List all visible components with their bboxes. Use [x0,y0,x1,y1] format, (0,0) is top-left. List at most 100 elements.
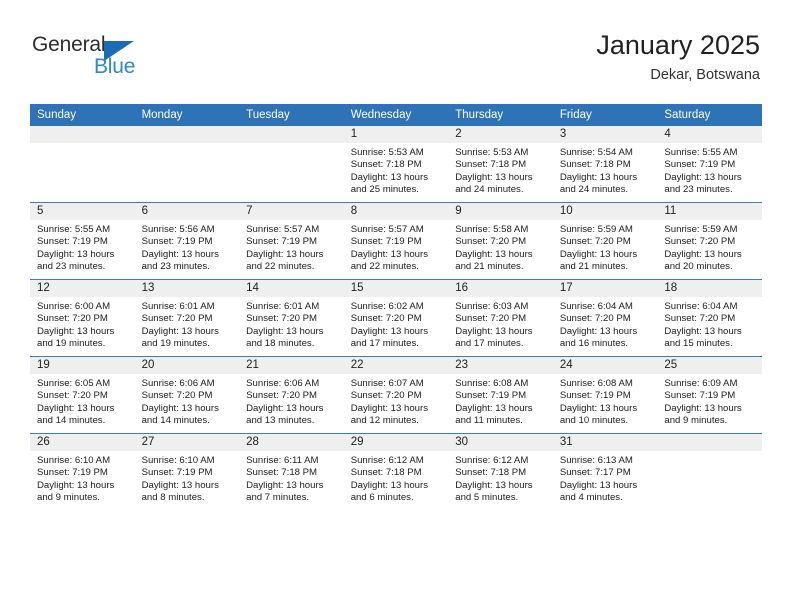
calendar-day-cell[interactable]: 11 Sunrise: 5:59 AM Sunset: 7:20 PM Dayligh… [657,202,762,280]
calendar-day-cell[interactable]: 15 Sunrise: 6:02 AM Sunset: 7:20 PM Dayligh… [343,279,449,357]
day-number: 23 [448,357,553,374]
day-number: 26 [30,434,135,451]
calendar-day-cell[interactable]: 8 Sunrise: 5:57 AM Sunset: 7:19 PM Daylight… [343,202,449,280]
day-cell-content: 25 Sunrise: 6:09 AM Sunset: 7:19 PM Dayligh… [657,357,762,433]
weekday-header-sunday: Sunday [30,104,135,126]
daylight-text-line1: Daylight: 13 hours [664,171,742,183]
daylight-text-line2: and 14 minutes. [141,415,210,427]
calendar-day-cell[interactable]: 5 Sunrise: 5:55 AM Sunset: 7:19 PM Daylight… [30,202,135,280]
sunset-text: Sunset: 7:20 PM [350,390,422,402]
calendar-day-cell[interactable]: 13 Sunrise: 6:01 AM Sunset: 7:20 PM Dayligh… [134,279,240,357]
sunrise-text: Sunrise: 6:00 AM [37,301,111,312]
calendar-day-cell[interactable]: 26 Sunrise: 6:10 AM Sunset: 7:19 PM Dayligh… [30,433,135,510]
calendar-week-row: 19 Sunrise: 6:05 AM Sunset: 7:20 PM Dayligh… [30,356,762,434]
calendar-day-cell[interactable]: 25 Sunrise: 6:09 AM Sunset: 7:19 PM Dayligh… [657,356,762,434]
day-cell-content: 12 Sunrise: 6:00 AM Sunset: 7:20 PM Dayligh… [30,280,135,356]
day-sun-info: Sunrise: 5:56 AM Sunset: 7:19 PM Daylight:… [135,220,240,274]
daylight-text-line1: Daylight: 13 hours [559,248,638,260]
day-cell-content: 7 Sunrise: 5:57 AM Sunset: 7:19 PM Daylight… [239,203,344,279]
calendar-day-cell[interactable]: 4 Sunrise: 5:55 AM Sunset: 7:19 PM Daylight… [657,126,762,203]
sunrise-text: Sunrise: 6:01 AM [246,301,320,312]
calendar-day-cell[interactable]: 28 Sunrise: 6:11 AM Sunset: 7:18 PM Dayligh… [239,433,344,510]
day-number: 30 [448,434,553,451]
daylight-text-line1: Daylight: 13 hours [664,248,742,260]
day-sun-info: Sunrise: 6:02 AM Sunset: 7:20 PM Daylight:… [344,297,449,351]
calendar-day-cell[interactable]: 1 Sunrise: 5:53 AM Sunset: 7:18 PM Daylight… [343,126,449,203]
calendar-day-cell[interactable]: 24 Sunrise: 6:08 AM Sunset: 7:19 PM Dayligh… [552,356,658,434]
daylight-text-line2: and 17 minutes. [350,338,419,350]
calendar-day-cell[interactable]: 18 Sunrise: 6:04 AM Sunset: 7:20 PM Dayligh… [657,279,762,357]
day-number: 24 [552,357,658,374]
sunrise-text: Sunrise: 6:10 AM [37,455,111,466]
daylight-text-line1: Daylight: 13 hours [141,248,219,260]
calendar-day-cell[interactable]: 2 Sunrise: 5:53 AM Sunset: 7:18 PM Daylight… [448,126,553,203]
calendar-day-cell[interactable]: 27 Sunrise: 6:10 AM Sunset: 7:19 PM Dayligh… [134,433,240,510]
day-number [239,126,344,143]
sunset-text: Sunset: 7:20 PM [37,390,108,402]
location-subtitle: Dekar, Botswana [650,67,760,83]
calendar-day-cell[interactable]: 20 Sunrise: 6:06 AM Sunset: 7:20 PM Dayligh… [134,356,240,434]
calendar-day-cell[interactable]: 9 Sunrise: 5:58 AM Sunset: 7:20 PM Daylight… [448,202,553,280]
sunset-text: Sunset: 7:18 PM [455,467,527,479]
day-number: 27 [134,434,240,451]
calendar-day-cell[interactable]: 21 Sunrise: 6:06 AM Sunset: 7:20 PM Dayligh… [239,356,344,434]
daylight-text-line1: Daylight: 13 hours [350,171,429,183]
calendar-day-cell[interactable] [657,433,762,510]
calendar-day-cell[interactable] [134,126,240,203]
sunset-text: Sunset: 7:19 PM [664,390,736,402]
calendar-day-cell[interactable] [30,126,135,203]
page-header: General Blue January 2025 Dekar, Botswan… [0,0,792,100]
day-cell-content: 29 Sunrise: 6:12 AM Sunset: 7:18 PM Dayligh… [343,434,449,510]
day-cell-content: 10 Sunrise: 5:59 AM Sunset: 7:20 PM Dayligh… [552,203,658,279]
sunrise-text: Sunrise: 6:11 AM [246,455,319,466]
day-cell-content: 24 Sunrise: 6:08 AM Sunset: 7:19 PM Dayligh… [552,357,658,433]
sunrise-text: Sunrise: 6:08 AM [455,378,529,389]
sunrise-text: Sunrise: 5:54 AM [559,147,633,158]
calendar-day-cell[interactable] [239,126,344,203]
sunrise-text: Sunrise: 5:58 AM [455,224,529,235]
calendar-day-cell[interactable]: 7 Sunrise: 5:57 AM Sunset: 7:19 PM Daylight… [239,202,344,280]
calendar-day-cell[interactable]: 19 Sunrise: 6:05 AM Sunset: 7:20 PM Dayligh… [30,356,135,434]
daylight-text-line2: and 7 minutes. [246,492,310,504]
day-number: 1 [343,126,449,143]
sunrise-text: Sunrise: 6:06 AM [141,378,215,389]
day-sun-info: Sunrise: 5:59 AM Sunset: 7:20 PM Daylight:… [553,220,658,274]
day-sun-info: Sunrise: 5:55 AM Sunset: 7:19 PM Daylight:… [30,220,135,274]
title-block: January 2025 Dekar, Botswana [596,28,760,86]
sunset-text: Sunset: 7:18 PM [246,467,318,479]
calendar-day-cell[interactable]: 30 Sunrise: 6:12 AM Sunset: 7:18 PM Dayligh… [448,433,553,510]
day-sun-info: Sunrise: 5:58 AM Sunset: 7:20 PM Daylight:… [448,220,553,274]
sunset-text: Sunset: 7:19 PM [455,390,527,402]
day-number: 5 [30,203,135,220]
day-cell-content: 2 Sunrise: 5:53 AM Sunset: 7:18 PM Daylight… [448,126,553,202]
calendar-day-cell[interactable]: 29 Sunrise: 6:12 AM Sunset: 7:18 PM Dayligh… [343,433,449,510]
brand-logo[interactable]: General Blue [32,33,172,83]
day-sun-info: Sunrise: 6:06 AM Sunset: 7:20 PM Daylight:… [135,374,240,428]
calendar-day-cell[interactable]: 14 Sunrise: 6:01 AM Sunset: 7:20 PM Dayligh… [239,279,344,357]
calendar-day-cell[interactable]: 12 Sunrise: 6:00 AM Sunset: 7:20 PM Dayligh… [30,279,135,357]
day-sun-info: Sunrise: 6:00 AM Sunset: 7:20 PM Daylight:… [30,297,135,351]
sunrise-text: Sunrise: 6:05 AM [37,378,111,389]
sunrise-text: Sunrise: 6:10 AM [141,455,215,466]
sunset-text: Sunset: 7:19 PM [37,467,108,479]
daylight-text-line2: and 4 minutes. [559,492,623,504]
calendar-day-cell[interactable]: 16 Sunrise: 6:03 AM Sunset: 7:20 PM Dayligh… [448,279,553,357]
sunset-text: Sunset: 7:17 PM [559,467,631,479]
daylight-text-line2: and 21 minutes. [455,261,524,273]
day-number: 12 [30,280,135,297]
calendar-day-cell[interactable]: 23 Sunrise: 6:08 AM Sunset: 7:19 PM Dayligh… [448,356,553,434]
day-cell-content: 5 Sunrise: 5:55 AM Sunset: 7:19 PM Daylight… [30,203,135,279]
daylight-text-line2: and 23 minutes. [664,184,733,196]
daylight-text-line2: and 22 minutes. [350,261,419,273]
calendar-day-cell[interactable]: 6 Sunrise: 5:56 AM Sunset: 7:19 PM Daylight… [134,202,240,280]
calendar-day-cell[interactable]: 3 Sunrise: 5:54 AM Sunset: 7:18 PM Daylight… [552,126,658,203]
calendar-day-cell[interactable]: 22 Sunrise: 6:07 AM Sunset: 7:20 PM Dayligh… [343,356,449,434]
daylight-text-line1: Daylight: 13 hours [141,325,219,337]
day-number: 4 [657,126,762,143]
calendar-day-cell[interactable]: 10 Sunrise: 5:59 AM Sunset: 7:20 PM Dayligh… [552,202,658,280]
calendar-day-cell[interactable]: 31 Sunrise: 6:13 AM Sunset: 7:17 PM Dayligh… [552,433,658,510]
day-cell-content [134,126,240,202]
day-sun-info: Sunrise: 6:08 AM Sunset: 7:19 PM Daylight:… [553,374,658,428]
daylight-text-line1: Daylight: 13 hours [455,171,533,183]
calendar-day-cell[interactable]: 17 Sunrise: 6:04 AM Sunset: 7:20 PM Dayligh… [552,279,658,357]
